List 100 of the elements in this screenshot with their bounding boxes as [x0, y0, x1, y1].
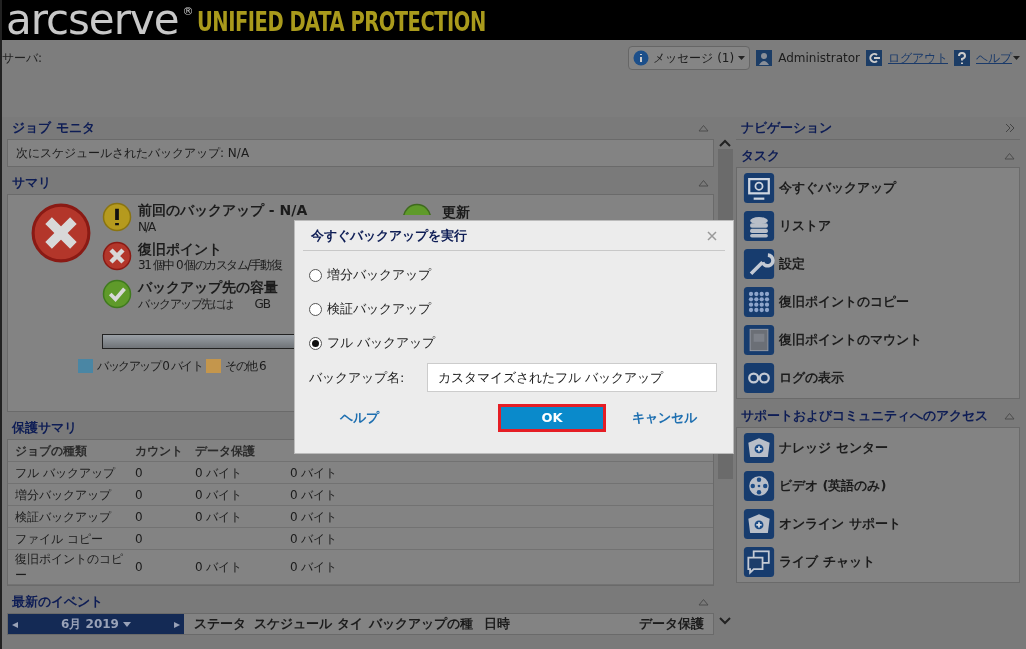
server-label: サーバ:	[2, 50, 43, 67]
scroll-up-icon[interactable]	[719, 139, 731, 147]
help-link[interactable]: ヘルプ	[340, 408, 498, 428]
scroll-down-icon[interactable]	[719, 617, 731, 625]
column-header: ジョブの種類	[15, 442, 88, 460]
help-link[interactable]: ヘルプ	[976, 49, 1020, 67]
product-name: UNIFIED DATA PROTECTION	[197, 6, 487, 39]
error-icon	[102, 240, 132, 271]
radio-option[interactable]: 増分バックアップ	[309, 265, 725, 285]
collapse-icon[interactable]	[698, 179, 709, 187]
table-cell-text: 0 バイト	[290, 464, 339, 481]
previous-month-arrow[interactable]: ◂	[12, 615, 19, 633]
messages-button[interactable]: メッセージ (1)	[628, 46, 751, 70]
caret-icon	[1013, 56, 1020, 60]
logout-link[interactable]: ログアウト	[888, 49, 948, 67]
table-cell-text: 0	[135, 464, 144, 481]
registered-mark: ®	[182, 4, 194, 20]
section-title: タスク	[741, 147, 780, 166]
warning-icon	[102, 202, 132, 232]
drive-icon	[743, 324, 775, 356]
table-cell-text: 0 バイト	[290, 559, 339, 575]
table-cell-text: 復旧ポイントのコピー	[15, 551, 124, 583]
collapse-icon[interactable]	[1004, 152, 1015, 160]
table-cell-text: 0 バイト	[290, 486, 339, 503]
next-month-arrow[interactable]: ▸	[173, 615, 180, 633]
medical-kit-icon	[743, 508, 775, 540]
monitor-icon	[743, 172, 775, 204]
support-item[interactable]: ビデオ (英語のみ)	[743, 470, 1013, 502]
section-title: ジョブ モニタ	[12, 119, 95, 138]
glasses-icon	[743, 362, 775, 394]
collapse-icon[interactable]	[1004, 412, 1015, 420]
close-icon[interactable]	[707, 230, 717, 241]
table-cell-text: 増分バックアップ	[15, 486, 113, 503]
summary-item-detail: バックアップ先には	[138, 296, 233, 312]
section-title: ナビゲーション	[741, 119, 832, 138]
table-cell-text: 0 バイト	[290, 530, 339, 547]
info-icon	[633, 50, 650, 66]
task-item[interactable]: 復旧ポイントのコピー	[743, 286, 1013, 318]
summary-item-title: 復旧ポイント	[138, 240, 223, 258]
user-icon	[756, 50, 773, 66]
table-cell-text: 検証バックアップ	[15, 508, 113, 525]
table-cell-text: フル バックアップ	[15, 464, 117, 481]
table-cell-text: 0 バイト	[195, 464, 244, 481]
field-label: バックアップ名:	[309, 368, 406, 387]
summary-item-detail: GB	[254, 296, 271, 312]
table-cell-text: 0 バイト	[195, 486, 244, 503]
radio-button[interactable]	[309, 302, 322, 316]
film-reel-icon	[743, 470, 775, 502]
radio-option[interactable]: 検証バックアップ	[309, 299, 725, 319]
table-cell-text: 0 バイト	[290, 508, 339, 525]
help-icon	[954, 50, 970, 66]
support-item[interactable]: ライブ チャット	[743, 546, 1013, 578]
task-item[interactable]: 復旧ポイントのマウント	[743, 324, 1013, 356]
check-icon	[102, 279, 132, 309]
next-scheduled-text: 次にスケジュールされたバックアップ: N/A	[16, 145, 250, 162]
medical-kit-icon	[743, 432, 775, 464]
summary-item-title: 前回のバックアップ - N/A	[138, 202, 308, 220]
section-title: サマリ	[12, 174, 51, 193]
support-item[interactable]: ナレッジ センター	[743, 432, 1013, 464]
column-header: 日時	[484, 615, 511, 634]
collapse-icon[interactable]	[698, 598, 709, 606]
table-cell-text: 0	[135, 530, 144, 547]
radio-button[interactable]	[309, 268, 322, 282]
expand-icon[interactable]	[1005, 123, 1015, 133]
chat-bubbles-icon	[743, 546, 775, 578]
logout-icon	[866, 50, 882, 66]
brand-logo: arcserve	[6, 0, 179, 40]
dialog-title: 今すぐバックアップを実行	[311, 226, 467, 245]
task-item[interactable]: リストア	[743, 210, 1013, 242]
ok-button[interactable]: OK	[498, 404, 606, 432]
user-name: Administrator	[778, 50, 860, 67]
summary-item-title: バックアップ先の容量	[138, 279, 278, 297]
section-title: 保護サマリ	[12, 419, 77, 438]
collapse-icon[interactable]	[698, 124, 709, 132]
radio-option[interactable]: フル バックアップ	[309, 333, 725, 353]
wrench-icon	[743, 248, 775, 280]
database-icon	[743, 210, 775, 242]
section-title: 最新のイベント	[12, 593, 103, 612]
legend-label: バックアップ 0 バイト	[97, 357, 203, 375]
table-cell-text: 0	[135, 559, 144, 575]
legend-label: その他 6	[225, 357, 266, 375]
task-item[interactable]: ログの表示	[743, 362, 1013, 394]
cancel-link[interactable]: キャンセル	[632, 408, 697, 428]
task-item[interactable]: 今すぐバックアップ	[743, 172, 1013, 204]
support-item[interactable]: オンライン サポート	[743, 508, 1013, 540]
backup-name-field[interactable]: カスタマイズされたフル バックアップ	[427, 363, 717, 392]
month-label[interactable]: 6月 2019	[61, 615, 131, 633]
table-cell-text: 0 バイト	[195, 508, 244, 525]
month-picker[interactable]: ◂ 6月 2019 ▸	[8, 614, 184, 634]
column-header: スケジュール タイ	[254, 615, 364, 634]
task-item[interactable]: 設定	[743, 248, 1013, 280]
column-header: バックアップの種	[369, 615, 474, 634]
section-title: サポートおよびコミュニティへのアクセス	[741, 407, 988, 426]
radio-button[interactable]	[309, 336, 322, 350]
summary-item-detail: 31 個中 0 個のカスタム/手動復	[138, 258, 282, 273]
table-cell-text: 0 バイト	[195, 559, 244, 575]
update-title: 更新	[442, 203, 470, 222]
caret-icon	[738, 56, 746, 60]
column-header: データ保護	[195, 442, 256, 460]
caret-icon	[122, 621, 131, 627]
